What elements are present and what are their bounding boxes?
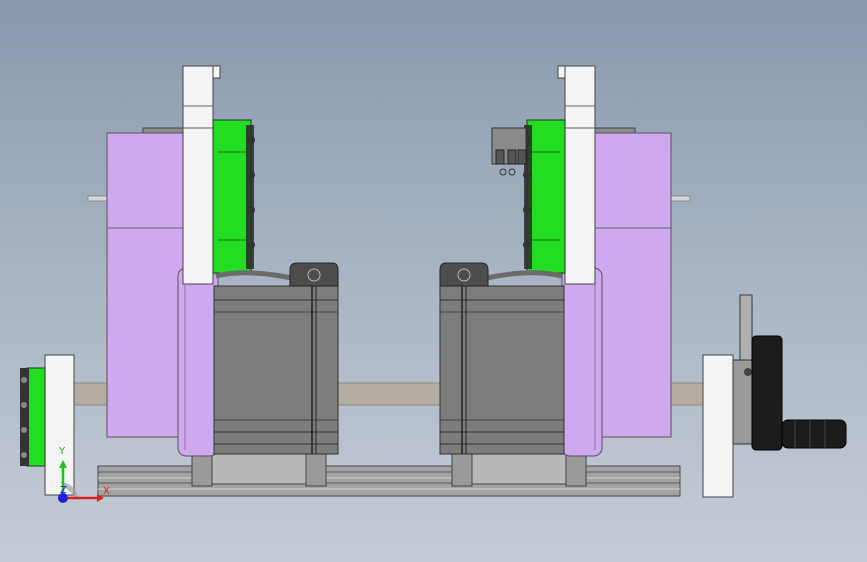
x-axis-label: X [103,486,110,497]
left-end-plate [20,354,75,496]
left-rod [87,195,109,202]
left-carriage [191,451,327,487]
z-axis-label: Z [60,485,67,496]
right-motor [439,285,565,455]
y-axis-label: Y [58,446,66,457]
right-end-plate [702,354,734,498]
right-handwheel-assembly [732,294,847,451]
left-belt [215,270,301,283]
right-encoder-cap [439,262,489,287]
left-green-gear [212,119,255,274]
right-sensor-block [491,127,527,176]
left-encoder-cap [289,262,339,287]
right-green-gear [523,119,566,274]
assembly-drawing: X Y Z [20,65,847,503]
right-belt [477,270,563,283]
cad-viewport[interactable]: X Y Z [0,0,867,562]
base-rail [97,465,681,497]
right-rod [669,195,691,202]
left-motor [213,285,339,455]
right-carriage [451,451,587,487]
